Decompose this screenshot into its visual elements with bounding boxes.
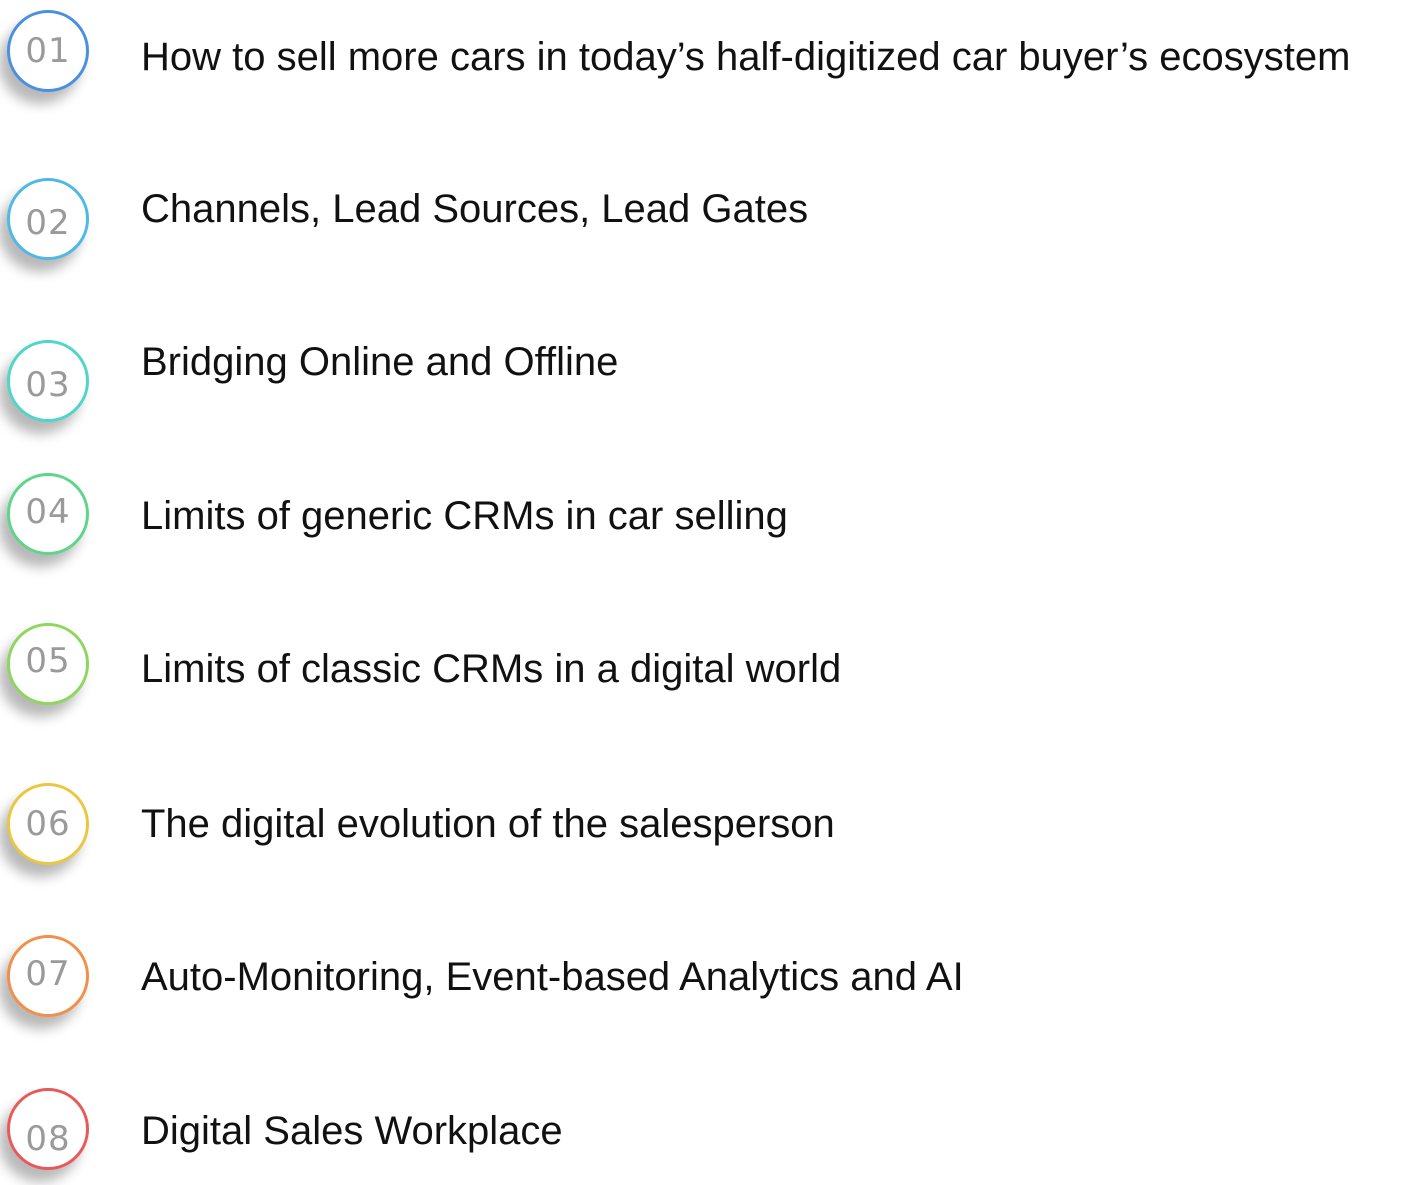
agenda-item-title: Digital Sales Workplace bbox=[141, 1109, 563, 1153]
number-badge: 05 bbox=[7, 623, 89, 705]
number-badge: 07 bbox=[7, 935, 89, 1017]
badge-number: 02 bbox=[25, 203, 71, 243]
number-badge: 02 bbox=[7, 178, 89, 260]
number-badge: 08 bbox=[7, 1088, 89, 1170]
number-badge: 03 bbox=[7, 340, 89, 422]
badge-number: 01 bbox=[25, 31, 71, 71]
agenda-item-title: Channels, Lead Sources, Lead Gates bbox=[141, 187, 809, 231]
agenda-list: 01 How to sell more cars in today’s half… bbox=[0, 0, 1401, 1170]
agenda-item-title: The digital evolution of the salesperson bbox=[141, 802, 835, 846]
agenda-item-title: How to sell more cars in today’s half-di… bbox=[141, 35, 1351, 79]
agenda-item-05: 05 Limits of classic CRMs in a digital w… bbox=[0, 620, 1401, 720]
agenda-item-08: 08 Digital Sales Workplace bbox=[0, 1085, 1401, 1185]
number-badge: 04 bbox=[7, 473, 89, 555]
agenda-item-07: 07 Auto-Monitoring, Event-based Analytic… bbox=[0, 930, 1401, 1030]
badge-number: 05 bbox=[25, 641, 71, 681]
agenda-item-03: 03 Bridging Online and Offline bbox=[0, 335, 1401, 435]
agenda-item-04: 04 Limits of generic CRMs in car selling bbox=[0, 470, 1401, 570]
badge-number: 06 bbox=[25, 804, 71, 844]
agenda-item-06: 06 The digital evolution of the salesper… bbox=[0, 780, 1401, 880]
agenda-item-01: 01 How to sell more cars in today’s half… bbox=[0, 5, 1401, 105]
agenda-item-02: 02 Channels, Lead Sources, Lead Gates bbox=[0, 175, 1401, 275]
badge-number: 07 bbox=[25, 954, 71, 994]
number-badge: 06 bbox=[7, 783, 89, 865]
number-badge: 01 bbox=[7, 10, 89, 92]
badge-number: 03 bbox=[25, 365, 71, 405]
badge-number: 04 bbox=[25, 492, 71, 532]
agenda-item-title: Bridging Online and Offline bbox=[141, 340, 619, 384]
badge-number: 08 bbox=[25, 1119, 71, 1159]
agenda-item-title: Limits of classic CRMs in a digital worl… bbox=[141, 647, 842, 691]
agenda-item-title: Limits of generic CRMs in car selling bbox=[141, 494, 788, 538]
agenda-item-title: Auto-Monitoring, Event-based Analytics a… bbox=[141, 955, 964, 999]
